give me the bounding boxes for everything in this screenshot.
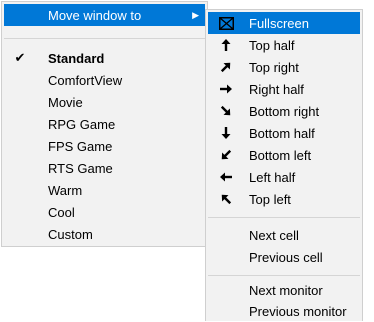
- menu-item-label: ComfortView: [48, 72, 123, 88]
- submenu-item-label: Left half: [249, 169, 296, 185]
- menu-item-label: Custom: [48, 226, 93, 242]
- menu-item-cool[interactable]: Cool: [4, 201, 205, 223]
- submenu-item-next-monitor[interactable]: Next monitor: [208, 279, 360, 301]
- menu-item-move-window-to[interactable]: Move window to ▶: [4, 4, 205, 26]
- submenu-item-fullscreen[interactable]: Fullscreen: [208, 12, 360, 34]
- menu-item-rpg-game[interactable]: RPG Game: [4, 113, 205, 135]
- checkmark-icon: ✔: [14, 50, 26, 65]
- arrow-right-icon: [218, 81, 234, 97]
- arrow-up-left-icon: [218, 191, 234, 207]
- menu-separator: [208, 217, 360, 218]
- menu-item-label: Standard: [48, 50, 105, 66]
- submenu-item-label: Previous monitor: [249, 303, 347, 319]
- menu-item-rts-game[interactable]: RTS Game: [4, 157, 205, 179]
- arrow-up-icon: [218, 37, 234, 53]
- menu-separator: [208, 275, 360, 276]
- submenu-item-top-half[interactable]: Top half: [208, 34, 360, 56]
- menu-separator: [4, 38, 205, 39]
- arrow-down-left-icon: [218, 147, 234, 163]
- menu-item-label: Warm: [48, 182, 83, 198]
- menu-item-comfortview[interactable]: ComfortView: [4, 69, 205, 91]
- menu-item-label: RPG Game: [48, 116, 116, 132]
- arrow-up-right-icon: [218, 59, 234, 75]
- arrow-down-right-icon: [218, 103, 234, 119]
- submenu-item-label: Top half: [249, 37, 295, 53]
- submenu-item-next-cell[interactable]: Next cell: [208, 224, 360, 246]
- submenu-item-label: Bottom left: [249, 147, 312, 163]
- menu-item-standard[interactable]: ✔ Standard: [4, 47, 205, 69]
- arrow-down-icon: [218, 125, 234, 141]
- menu-item-custom[interactable]: Custom: [4, 223, 205, 245]
- submenu-item-label: Previous cell: [249, 249, 323, 265]
- menu-item-label: Movie: [48, 94, 83, 110]
- menu-item-label: Move window to: [48, 7, 142, 23]
- submenu-item-label: Next cell: [249, 227, 299, 243]
- submenu-item-top-right[interactable]: Top right: [208, 56, 360, 78]
- chevron-right-icon: ▶: [192, 9, 199, 20]
- submenu-item-label: Top left: [249, 191, 291, 207]
- menu-item-label: FPS Game: [48, 138, 113, 154]
- submenu-item-bottom-half[interactable]: Bottom half: [208, 122, 360, 144]
- menu-item-label: Cool: [48, 204, 75, 220]
- submenu-item-right-half[interactable]: Right half: [208, 78, 360, 100]
- arrow-left-icon: [218, 169, 234, 185]
- submenu-item-label: Top right: [249, 59, 299, 75]
- submenu-item-bottom-right[interactable]: Bottom right: [208, 100, 360, 122]
- submenu-item-label: Bottom half: [249, 125, 315, 141]
- submenu-item-label: Right half: [249, 81, 304, 97]
- move-window-submenu: Fullscreen Top half Top right Right half…: [205, 9, 363, 321]
- submenu-item-top-left[interactable]: Top left: [208, 188, 360, 210]
- menu-item-movie[interactable]: Movie: [4, 91, 205, 113]
- submenu-item-previous-monitor[interactable]: Previous monitor: [208, 300, 360, 322]
- menu-item-warm[interactable]: Warm: [4, 179, 205, 201]
- menu-item-fps-game[interactable]: FPS Game: [4, 135, 205, 157]
- fullscreen-icon: [218, 15, 234, 31]
- submenu-item-left-half[interactable]: Left half: [208, 166, 360, 188]
- submenu-item-label: Next monitor: [249, 282, 323, 298]
- menu-item-label: RTS Game: [48, 160, 113, 176]
- submenu-item-label: Bottom right: [249, 103, 320, 119]
- submenu-item-label: Fullscreen: [249, 15, 309, 31]
- submenu-item-bottom-left[interactable]: Bottom left: [208, 144, 360, 166]
- context-menu: Move window to ▶ ✔ Standard ComfortView …: [1, 1, 208, 247]
- submenu-item-previous-cell[interactable]: Previous cell: [208, 246, 360, 268]
